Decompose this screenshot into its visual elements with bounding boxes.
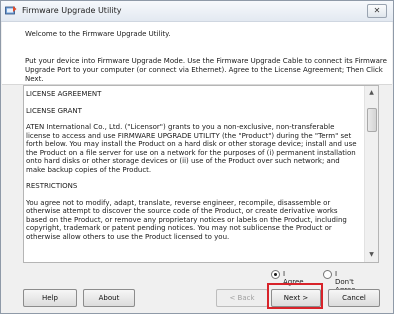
restrictions-text: You agree not to modify, adapt, translat… [26, 198, 347, 241]
help-button[interactable]: Help [23, 289, 77, 307]
scroll-thumb[interactable] [367, 108, 377, 132]
disagree-radio[interactable] [323, 270, 332, 279]
next-button-highlight [267, 283, 323, 309]
restrictions-heading: RESTRICTIONS [26, 182, 78, 190]
grant-heading: LICENSE GRANT [26, 106, 82, 115]
license-textbox[interactable]: LICENSE AGREEMENT LICENSE GRANT ATEN Int… [23, 85, 379, 263]
scroll-up-icon[interactable]: ▲ [365, 86, 378, 100]
window-title: Firmware Upgrade Utility [22, 6, 122, 15]
close-button[interactable]: ✕ [367, 4, 387, 18]
intro-panel: Welcome to the Firmware Upgrade Utility.… [2, 22, 392, 85]
license-content: LICENSE AGREEMENT LICENSE GRANT ATEN Int… [26, 90, 360, 249]
scroll-down-icon[interactable]: ▼ [365, 248, 378, 262]
license-scrollbar[interactable]: ▲ ▼ [364, 86, 378, 262]
agree-radio[interactable] [271, 270, 280, 279]
grant-text: ATEN International Co., Ltd. ("Licensor"… [26, 123, 357, 174]
instructions-text: Put your device into Firmware Upgrade Mo… [25, 57, 387, 83]
welcome-text: Welcome to the Firmware Upgrade Utility. [25, 30, 171, 38]
license-heading: LICENSE AGREEMENT [26, 90, 102, 98]
back-button[interactable]: < Back [216, 289, 268, 307]
firmware-upgrade-window: Firmware Upgrade Utility ✕ Welcome to th… [0, 0, 394, 314]
cancel-button[interactable]: Cancel [328, 289, 380, 307]
app-icon [5, 6, 17, 15]
about-button[interactable]: About [83, 289, 135, 307]
title-bar: Firmware Upgrade Utility ✕ [1, 1, 393, 22]
